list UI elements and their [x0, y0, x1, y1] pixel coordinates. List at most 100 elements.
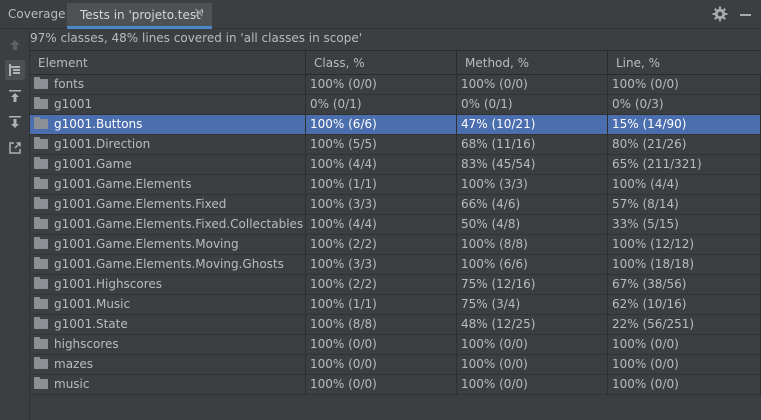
- class-coverage-cell: 100% (0/0): [306, 375, 457, 395]
- folder-icon: [34, 157, 48, 169]
- tool-window-title: Coverage:: [8, 7, 70, 21]
- folder-icon: [34, 357, 48, 369]
- column-header-element[interactable]: Element: [30, 51, 306, 75]
- method-coverage-cell: 75% (3/4): [457, 295, 608, 315]
- method-coverage-cell: 100% (0/0): [457, 355, 608, 375]
- table-row[interactable]: g1001 0% (0/1) 0% (0/1) 0% (0/3): [30, 95, 761, 115]
- line-coverage-cell: 62% (10/16): [608, 295, 761, 315]
- table-row[interactable]: g1001.Music 100% (1/1) 75% (3/4) 62% (10/16…: [30, 295, 761, 315]
- folder-icon: [34, 297, 48, 309]
- line-coverage-cell: 67% (38/56): [608, 275, 761, 295]
- table-header: Element Class, % Method, % Line, %: [30, 51, 761, 75]
- element-name: g1001.Direction: [54, 137, 151, 151]
- table-row[interactable]: g1001.State 100% (8/8) 48% (12/25) 22% (56/…: [30, 315, 761, 335]
- element-name: g1001.State: [54, 317, 128, 331]
- minimize-icon[interactable]: [740, 14, 751, 16]
- coverage-summary: 97% classes, 48% lines covered in 'all c…: [30, 31, 363, 45]
- class-coverage-cell: 100% (6/6): [306, 115, 457, 135]
- column-header-line[interactable]: Line, %: [608, 51, 761, 75]
- line-coverage-cell: 100% (12/12): [608, 235, 761, 255]
- table-row[interactable]: fonts 100% (0/0) 100% (0/0) 100% (0/0): [30, 75, 761, 95]
- line-coverage-cell: 80% (21/26): [608, 135, 761, 155]
- table-body: fonts 100% (0/0) 100% (0/0) 100% (0/0) g1001…: [30, 75, 761, 420]
- class-coverage-cell: 100% (1/1): [306, 175, 457, 195]
- export-up-icon[interactable]: [5, 86, 25, 106]
- table-row[interactable]: g1001.Game.Elements.Moving 100% (2/2) 100%…: [30, 235, 761, 255]
- element-cell: mazes: [30, 355, 306, 375]
- table-row[interactable]: highscores 100% (0/0) 100% (0/0) 100% (0/0): [30, 335, 761, 355]
- element-cell: g1001.State: [30, 315, 306, 335]
- folder-icon: [34, 77, 48, 89]
- column-header-class[interactable]: Class, %: [306, 51, 457, 75]
- element-name: g1001.Buttons: [54, 117, 143, 131]
- line-coverage-cell: 15% (14/90): [608, 115, 761, 135]
- element-cell: fonts: [30, 75, 306, 95]
- element-name: highscores: [54, 337, 119, 351]
- element-name: g1001: [54, 97, 93, 111]
- method-coverage-cell: 83% (45/54): [457, 155, 608, 175]
- table-row[interactable]: g1001.Game 100% (4/4) 83% (45/54) 65% (211/…: [30, 155, 761, 175]
- element-cell: g1001.Highscores: [30, 275, 306, 295]
- table-row[interactable]: g1001.Buttons 100% (6/6) 47% (10/21) 15% (1…: [30, 115, 761, 135]
- element-cell: g1001.Game.Elements.Moving: [30, 235, 306, 255]
- folder-icon: [34, 177, 48, 189]
- table-row[interactable]: music 100% (0/0) 100% (0/0) 100% (0/0): [30, 375, 761, 395]
- folder-icon: [34, 237, 48, 249]
- class-coverage-cell: 100% (4/4): [306, 155, 457, 175]
- close-icon[interactable]: ×: [192, 6, 206, 20]
- table-row[interactable]: g1001.Game.Elements.Moving.Ghosts 100% (3…: [30, 255, 761, 275]
- table-row[interactable]: g1001.Game.Elements 100% (1/1) 100% (3/3) 1…: [30, 175, 761, 195]
- element-name: g1001.Game.Elements.Fixed: [54, 197, 227, 211]
- line-coverage-cell: 100% (0/0): [608, 375, 761, 395]
- method-coverage-cell: 100% (0/0): [457, 335, 608, 355]
- line-coverage-cell: 100% (18/18): [608, 255, 761, 275]
- class-coverage-cell: 100% (5/5): [306, 135, 457, 155]
- line-coverage-cell: 0% (0/3): [608, 95, 761, 115]
- line-coverage-cell: 100% (0/0): [608, 75, 761, 95]
- element-cell: g1001.Game.Elements.Fixed: [30, 195, 306, 215]
- element-name: fonts: [54, 77, 85, 91]
- gear-icon[interactable]: [712, 6, 728, 22]
- element-name: g1001.Game.Elements.Moving.Ghosts: [54, 257, 284, 271]
- folder-icon: [34, 217, 48, 229]
- flatten-packages-icon[interactable]: [5, 60, 25, 80]
- table-row[interactable]: g1001.Highscores 100% (2/2) 75% (12/16) 67%…: [30, 275, 761, 295]
- element-cell: g1001.Direction: [30, 135, 306, 155]
- class-coverage-cell: 100% (2/2): [306, 275, 457, 295]
- column-header-method[interactable]: Method, %: [457, 51, 608, 75]
- folder-icon: [34, 257, 48, 269]
- method-coverage-cell: 68% (11/16): [457, 135, 608, 155]
- tab-label: Tests in 'projeto.test': [80, 8, 205, 22]
- tab-tests-in-projeto-test[interactable]: Tests in 'projeto.test' ×: [67, 3, 212, 29]
- class-coverage-cell: 100% (3/3): [306, 255, 457, 275]
- folder-icon: [34, 337, 48, 349]
- folder-icon: [34, 277, 48, 289]
- table-row[interactable]: mazes 100% (0/0) 100% (0/0) 100% (0/0): [30, 355, 761, 375]
- coverage-toolbar: [0, 29, 30, 420]
- element-cell: music: [30, 375, 306, 395]
- table-row[interactable]: g1001.Direction 100% (5/5) 68% (11/16) 80% …: [30, 135, 761, 155]
- table-row[interactable]: g1001.Game.Elements.Fixed 100% (3/3) 66% (…: [30, 195, 761, 215]
- up-arrow-icon[interactable]: [5, 35, 25, 55]
- element-cell: g1001: [30, 95, 306, 115]
- line-coverage-cell: 57% (8/14): [608, 195, 761, 215]
- line-coverage-cell: 33% (5/15): [608, 215, 761, 235]
- folder-icon: [34, 117, 48, 129]
- class-coverage-cell: 100% (8/8): [306, 315, 457, 335]
- coverage-titlebar: Coverage: Tests in 'projeto.test' ×: [0, 0, 761, 29]
- method-coverage-cell: 100% (6/6): [457, 255, 608, 275]
- generate-report-icon[interactable]: [5, 138, 25, 158]
- method-coverage-cell: 48% (12/25): [457, 315, 608, 335]
- element-cell: g1001.Music: [30, 295, 306, 315]
- method-coverage-cell: 75% (12/16): [457, 275, 608, 295]
- class-coverage-cell: 0% (0/1): [306, 95, 457, 115]
- table-row[interactable]: g1001.Game.Elements.Fixed.Collectables 10…: [30, 215, 761, 235]
- element-cell: g1001.Game.Elements: [30, 175, 306, 195]
- class-coverage-cell: 100% (0/0): [306, 335, 457, 355]
- element-cell: g1001.Game: [30, 155, 306, 175]
- folder-icon: [34, 197, 48, 209]
- class-coverage-cell: 100% (4/4): [306, 215, 457, 235]
- element-cell: g1001.Game.Elements.Fixed.Collectables: [30, 215, 306, 235]
- export-down-icon[interactable]: [5, 112, 25, 132]
- element-name: g1001.Game.Elements.Fixed.Collectables: [54, 217, 304, 231]
